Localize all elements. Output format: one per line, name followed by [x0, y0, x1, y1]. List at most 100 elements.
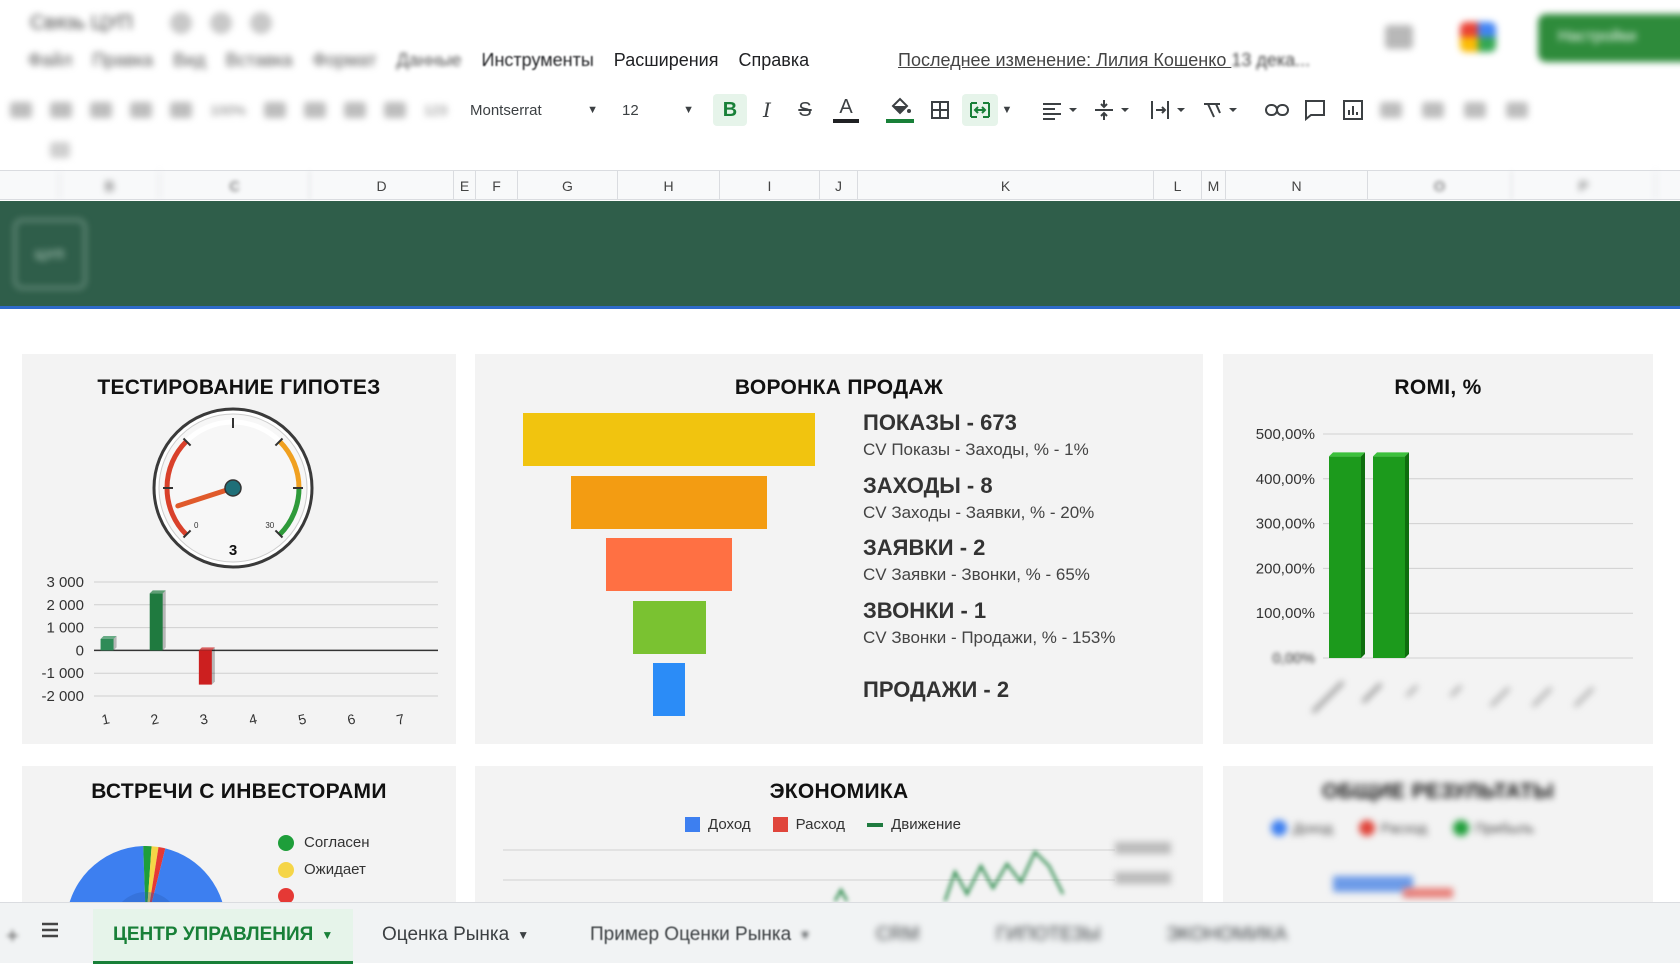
input-tools-icon[interactable] — [1506, 102, 1528, 118]
meet-icon[interactable] — [1460, 22, 1496, 52]
column-header-e[interactable]: E — [454, 171, 476, 200]
menu-tools[interactable]: Инструменты — [482, 50, 594, 71]
select-all-corner[interactable] — [0, 171, 60, 200]
add-sheet-icon[interactable]: + — [6, 923, 19, 949]
paint-format-icon[interactable] — [170, 102, 192, 118]
document-title[interactable]: Связь ЦУП — [30, 12, 133, 35]
funnel-bar — [632, 600, 706, 654]
romi-panel: ROMI, % 500,00% 400,00% 300,00% 200,00% 100,… — [1223, 354, 1653, 744]
filter-views-icon[interactable] — [1422, 102, 1444, 118]
economy-y-label — [1115, 842, 1171, 854]
tab-market-assessment[interactable]: Оценка Рынка ▼ — [382, 917, 529, 953]
percent-icon[interactable] — [303, 102, 326, 118]
romi-x-labels-blurred — [1311, 680, 1595, 714]
tab-hypotheses[interactable]: ГИПОТЕЗЫ — [996, 917, 1101, 953]
hyp-x-tick-label: 6 — [346, 710, 357, 727]
funnel-stage-name: ПОКАЗЫ - 673 — [863, 410, 1017, 435]
merge-cells-button[interactable] — [962, 94, 998, 126]
column-header-l[interactable]: L — [1154, 171, 1202, 200]
last-edit-link[interactable]: Последнее изменение: Лилия Кошенко 13 де… — [898, 50, 1310, 71]
undo-icon[interactable] — [50, 102, 72, 118]
filter-icon[interactable] — [1380, 102, 1402, 118]
vertical-align-icon — [1095, 100, 1129, 120]
tab-control-center[interactable]: ЦЕНТР УПРАВЛЕНИЯ ▼ — [93, 909, 354, 964]
decimal-decrease-icon[interactable] — [343, 102, 366, 118]
search-menu-icon[interactable] — [10, 102, 32, 118]
move-icon[interactable] — [210, 12, 232, 34]
fill-color-button[interactable] — [882, 94, 918, 126]
column-header-m[interactable]: M — [1202, 171, 1226, 200]
column-header-g[interactable]: G — [518, 171, 618, 200]
toolbar-left-group: 100% 123 — [0, 88, 460, 132]
column-header-o[interactable]: O — [1368, 171, 1512, 200]
legend-label: Расход — [1380, 820, 1427, 836]
tab-economy[interactable]: ЭКОНОМИКА — [1166, 917, 1287, 953]
column-header-c[interactable]: C — [160, 171, 310, 200]
all-sheets-icon[interactable] — [40, 921, 60, 939]
insert-link-button[interactable] — [1262, 94, 1292, 126]
print-icon[interactable] — [130, 102, 152, 118]
column-header-n[interactable]: N — [1226, 171, 1368, 200]
menu-help[interactable]: Справка — [738, 50, 809, 71]
chevron-down-icon[interactable]: ▼ — [799, 928, 811, 942]
funnel-title: ВОРОНКА ПРОДАЖ — [734, 376, 944, 399]
column-header-h[interactable]: H — [618, 171, 720, 200]
borders-button[interactable] — [925, 94, 955, 126]
cloud-status-icon[interactable] — [250, 12, 272, 34]
vertical-align-button[interactable] — [1090, 94, 1134, 126]
chevron-down-icon: ▼ — [587, 104, 598, 116]
chevron-down-icon[interactable]: ▼ — [517, 928, 529, 942]
column-header-b[interactable]: B — [60, 171, 160, 200]
menu-data[interactable]: Данные — [397, 50, 462, 71]
romi-y-tick-label: 400,00% — [1256, 471, 1315, 488]
share-button[interactable]: Настройки — [1538, 14, 1680, 62]
functions-icon[interactable] — [1464, 102, 1486, 118]
font-family-select[interactable]: Montserrat ▼ — [470, 98, 598, 122]
hyp-x-tick-label: 3 — [198, 710, 209, 727]
funnel-panel: ВОРОНКА ПРОДАЖ ПОКАЗЫ - 673 CV Показы - З… — [475, 354, 1203, 744]
horizontal-align-button[interactable] — [1038, 94, 1082, 126]
column-header-d[interactable]: D — [310, 171, 454, 200]
bold-button[interactable]: B — [713, 94, 747, 126]
romi-bar-top — [1373, 452, 1409, 457]
hyp-bar-side — [162, 590, 166, 651]
hypotheses-gauge: 0 30 3 — [152, 407, 314, 569]
menu-insert[interactable]: Вставка — [226, 50, 293, 71]
zoom-select[interactable]: 100% — [210, 102, 246, 118]
text-rotation-icon — [1204, 103, 1237, 118]
insert-chart-button[interactable] — [1338, 94, 1368, 126]
menu-file[interactable]: Файл — [28, 50, 72, 71]
column-header-k[interactable]: K — [858, 171, 1154, 200]
text-color-button[interactable]: A — [830, 94, 862, 126]
star-icon[interactable] — [170, 12, 192, 34]
strikethrough-button[interactable]: S — [790, 94, 820, 126]
comments-icon[interactable] — [1385, 25, 1413, 49]
chevron-down-icon[interactable]: ▼ — [1000, 94, 1014, 126]
decimal-increase-icon[interactable] — [383, 102, 406, 118]
redo-icon[interactable] — [90, 102, 112, 118]
number-format-select[interactable]: 123 — [424, 102, 447, 118]
column-header-p[interactable]: P — [1512, 171, 1656, 200]
tab-label: Оценка Рынка — [382, 924, 510, 945]
menu-extensions[interactable]: Расширения — [614, 50, 719, 71]
insert-comment-button[interactable] — [1300, 94, 1330, 126]
column-header-j[interactable]: J — [820, 171, 858, 200]
menu-format[interactable]: Формат — [313, 50, 377, 71]
gauge-value-label: 3 — [229, 542, 237, 559]
column-header-f[interactable]: F — [476, 171, 518, 200]
tab-market-assessment-example[interactable]: Пример Оценки Рынка ▼ — [590, 917, 811, 953]
text-wrap-button[interactable] — [1146, 94, 1190, 126]
formula-bar[interactable] — [0, 134, 1680, 168]
menu-edit[interactable]: Правка — [92, 50, 153, 71]
column-header-i[interactable]: I — [720, 171, 820, 200]
app-header: Связь ЦУП Файл Правка Вид Вставка Формат… — [0, 0, 1680, 90]
text-rotation-button[interactable] — [1198, 94, 1242, 126]
font-size-select[interactable]: 12 ▼ — [622, 98, 694, 122]
currency-icon[interactable] — [263, 102, 286, 118]
menu-view[interactable]: Вид — [173, 50, 206, 71]
last-edit-text: Последнее изменение: Лилия Кошенко — [898, 50, 1232, 70]
chevron-down-icon[interactable]: ▼ — [321, 928, 333, 942]
italic-button[interactable]: I — [752, 94, 782, 126]
hyp-y-tick-label: -2 000 — [41, 688, 84, 705]
tab-crm[interactable]: CRM — [876, 917, 919, 953]
